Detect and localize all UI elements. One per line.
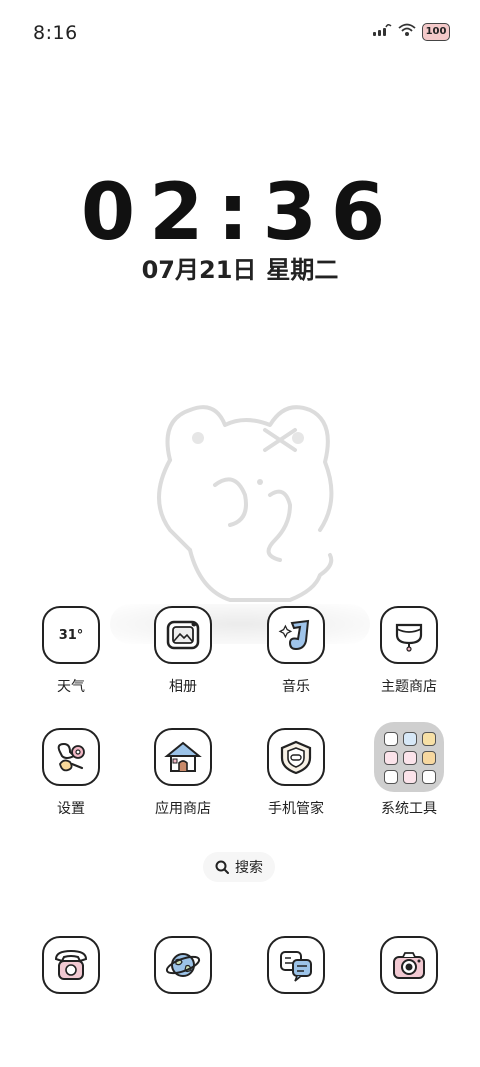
search-icon — [215, 860, 229, 874]
app-theme-store[interactable]: 主题商店 — [353, 606, 465, 696]
app-label: 相册 — [169, 679, 197, 695]
app-label: 系统工具 — [381, 801, 437, 817]
status-time: 8:16 — [33, 22, 78, 44]
messages-icon — [267, 936, 325, 994]
app-settings[interactable]: 设置 — [15, 728, 127, 818]
battery-icon: 100 — [422, 22, 450, 41]
app-label: 应用商店 — [155, 801, 211, 817]
signal-icon — [372, 22, 392, 41]
date-text: 07月21日 — [141, 256, 257, 284]
app-folder-system-tools[interactable]: 系统工具 — [353, 722, 465, 818]
camera-icon — [380, 936, 438, 994]
search-label: 搜索 — [235, 860, 263, 876]
weather-temp: 31° — [58, 627, 84, 643]
app-label: 音乐 — [282, 679, 310, 695]
app-label: 手机管家 — [268, 801, 324, 817]
dock-browser[interactable] — [127, 936, 239, 994]
browser-icon — [154, 936, 212, 994]
app-label: 主题商店 — [381, 679, 437, 695]
phone-icon — [42, 936, 100, 994]
wallpaper-mascot-illustration — [140, 390, 350, 614]
app-gallery[interactable]: 相册 — [127, 606, 239, 696]
dock-messages[interactable] — [240, 936, 352, 994]
wifi-icon — [398, 22, 416, 41]
app-label: 天气 — [57, 679, 85, 695]
weather-icon: 31° — [42, 606, 100, 664]
dock-camera[interactable] — [353, 936, 465, 994]
phone-manager-icon — [267, 728, 325, 786]
clock-date[interactable]: 07月21日 星期二 — [0, 250, 480, 285]
weekday-text: 星期二 — [266, 256, 339, 284]
dock-phone[interactable] — [15, 936, 127, 994]
app-store[interactable]: 应用商店 — [127, 728, 239, 818]
status-bar: 8:16 100 — [0, 0, 480, 68]
status-icons: 100 — [372, 22, 450, 41]
clock-time[interactable]: 02:36 — [0, 168, 480, 258]
folder-icon — [374, 722, 444, 792]
app-label: 设置 — [57, 801, 85, 817]
app-music[interactable]: 音乐 — [240, 606, 352, 696]
search-button[interactable]: 搜索 — [203, 852, 275, 882]
music-icon — [267, 606, 325, 664]
app-phone-manager[interactable]: 手机管家 — [240, 728, 352, 818]
app-weather[interactable]: 31° 天气 — [15, 606, 127, 696]
theme-store-icon — [380, 606, 438, 664]
gallery-icon — [154, 606, 212, 664]
settings-icon — [42, 728, 100, 786]
app-store-icon — [154, 728, 212, 786]
